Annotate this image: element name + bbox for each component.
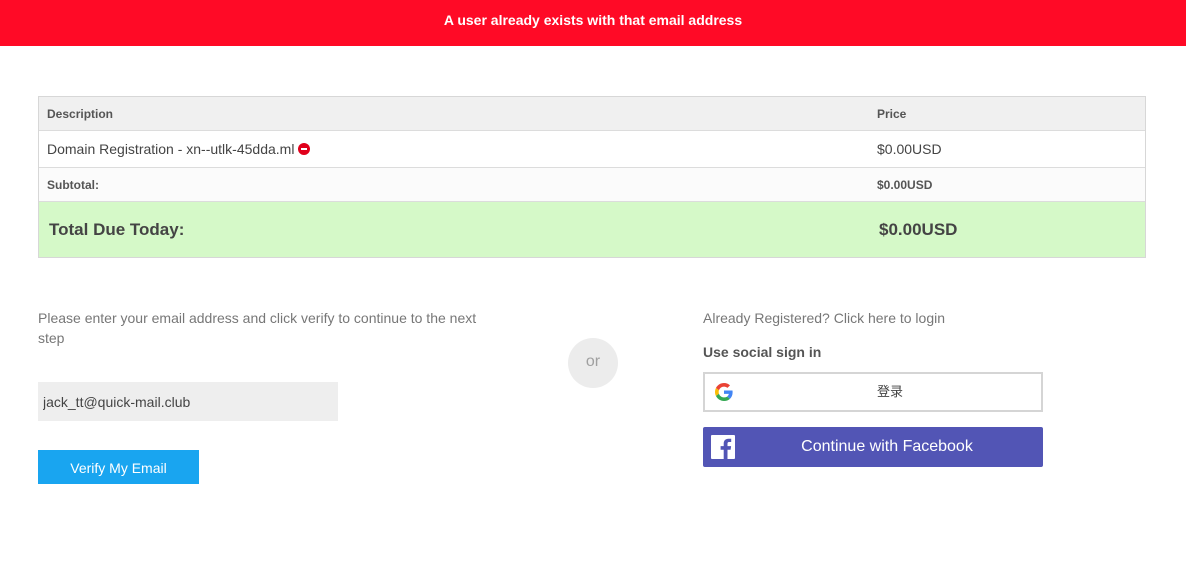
total-label: Total Due Today: <box>49 219 185 239</box>
social-signin-title: Use social sign in <box>703 344 822 360</box>
subtotal-label: Subtotal: <box>47 177 99 192</box>
header-description: Description <box>47 106 114 121</box>
subtotal-value: $0.00USD <box>877 177 933 192</box>
error-banner: A user already exists with that email ad… <box>0 0 1186 46</box>
total-row: Total Due Today: $0.00USD <box>39 202 1145 257</box>
order-summary-table: Description Price Domain Registration - … <box>38 96 1146 258</box>
header-price: Price <box>877 106 907 121</box>
subtotal-row: Subtotal: $0.00USD <box>39 168 1145 202</box>
total-value: $0.00USD <box>879 219 958 239</box>
remove-icon[interactable] <box>298 143 311 155</box>
table-header-row: Description Price <box>39 97 1145 131</box>
or-divider: or <box>568 338 618 388</box>
item-description: Domain Registration - xn--utlk-45dda.ml <box>47 141 295 157</box>
google-signin-label: 登录 <box>876 384 903 399</box>
google-signin-button[interactable]: 登录 <box>703 372 1043 412</box>
email-field[interactable] <box>38 382 338 421</box>
table-row: Domain Registration - xn--utlk-45dda.ml … <box>39 131 1145 168</box>
item-price: $0.00USD <box>877 141 942 157</box>
verify-instructions: Please enter your email address and clic… <box>38 310 477 346</box>
verify-email-button[interactable]: Verify My Email Address <box>38 450 199 510</box>
facebook-signin-button[interactable]: Continue with Facebook <box>703 427 1043 467</box>
login-link[interactable]: Already Registered? Click here to login <box>703 308 945 328</box>
error-message: A user already exists with that email ad… <box>443 12 743 28</box>
facebook-signin-label: Continue with Facebook <box>801 438 973 455</box>
